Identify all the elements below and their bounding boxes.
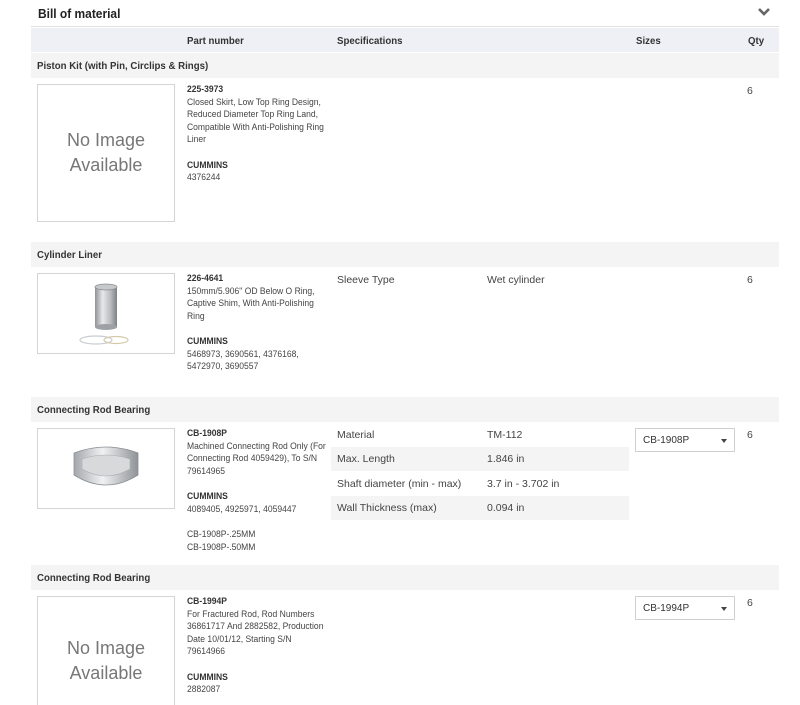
size-select-value: CB-1994P [643,603,690,614]
part-image-placeholder[interactable]: No Image Available [37,596,175,705]
bearing-image [73,446,139,485]
part-description: Machined Connecting Rod Only (For Connec… [187,440,326,477]
group-title: Cylinder Liner [37,249,102,261]
part-description: For Fractured Rod, Rod Numbers 36861717 … [187,608,324,658]
spec-value: 0.094 in [487,502,525,514]
compatible-numbers: 4376244 [187,172,221,183]
alternate-part-list: CB-1908P-.25MM CB-1908P-.50MM [187,529,331,554]
part-number-link[interactable]: CB-1908P [187,428,331,441]
spec-key: Max. Length [337,453,395,465]
part-image[interactable] [37,273,175,354]
spec-key: Sleeve Type [337,274,395,286]
compatible-numbers: 4089405, 4925971, 4059447 [187,503,297,515]
brand-name: CUMMINS [187,159,228,171]
compatible-numbers: 5468973, 3690561, 4376168, 5472970, 3690… [187,348,299,373]
qty-value: 6 [747,274,753,286]
spec-row: Sleeve Type Wet cylinder [331,268,629,292]
no-image-text: Available [69,155,143,175]
col-part-number: Part number [187,35,244,47]
group-header: Connecting Rod Bearing [31,397,779,422]
caret-down-icon [721,607,727,611]
no-image-text: Available [69,663,143,683]
col-qty: Qty [748,35,765,47]
group-header: Piston Kit (with Pin, Circlips & Rings) [31,53,779,78]
panel-title: Bill of material [38,6,121,21]
col-specifications: Specifications [337,35,403,47]
chevron-down-icon[interactable] [757,6,771,18]
spec-row: Shaft diameter (min - max) 3.7 in - 3.70… [331,472,629,496]
no-image-text: No Image [66,130,146,150]
no-image-text: No Image [66,638,146,658]
alternate-part-number[interactable]: CB-1908P-.25MM [187,529,331,542]
size-select[interactable]: CB-1994P [635,596,735,620]
brand-name: CUMMINS [187,491,228,502]
part-number-link[interactable]: 226-4641 [187,273,331,286]
size-select-value: CB-1908P [643,435,690,446]
compatible-numbers: 2882087 [187,684,221,695]
spec-row: Wall Thickness (max) 0.094 in [331,496,629,520]
alternate-part-number[interactable]: CB-1908P-.50MM [187,542,331,555]
group-header: Connecting Rod Bearing [31,565,779,590]
part-number-link[interactable]: CB-1994P [187,596,331,609]
group-title: Connecting Rod Bearing [37,404,151,416]
part-info: 225-3973 Closed Skirt, Low Top Ring Desi… [187,84,332,185]
part-description: 150mm/5.906" OD Below O Ring, Captive Sh… [187,285,315,322]
col-sizes: Sizes [636,35,661,47]
part-image-placeholder[interactable]: No Image Available [37,84,175,222]
part-number-link[interactable]: 225-3973 [187,84,331,97]
table-header: Part number Specifications Sizes Qty [31,28,779,52]
spec-row: Max. Length 1.846 in [331,447,629,471]
spec-row: Material TM-112 [331,423,629,447]
bom-header: Bill of material [31,0,779,27]
size-select[interactable]: CB-1908P [635,428,735,452]
part-info: CB-1908P Machined Connecting Rod Only (F… [187,428,332,554]
group-title: Piston Kit (with Pin, Circlips & Rings) [37,60,209,72]
spec-key: Wall Thickness (max) [337,502,437,514]
group-title: Connecting Rod Bearing [37,572,151,584]
spec-value: 3.7 in - 3.702 in [487,478,560,490]
qty-value: 6 [747,85,753,97]
spec-value: Wet cylinder [487,274,545,286]
spec-value: TM-112 [487,429,523,441]
part-info: 226-4641 150mm/5.906" OD Below O Ring, C… [187,273,332,374]
brand-name: CUMMINS [187,671,228,683]
part-image[interactable] [37,428,175,509]
group-header: Cylinder Liner [31,242,779,267]
part-description: Closed Skirt, Low Top Ring Design, Reduc… [187,96,324,146]
spec-key: Material [337,429,375,441]
qty-value: 6 [747,597,753,609]
spec-key: Shaft diameter (min - max) [337,478,462,490]
part-info: CB-1994P For Fractured Rod, Rod Numbers … [187,596,332,697]
spec-value: 1.846 in [487,453,525,465]
cylinder-liner-image [79,283,129,345]
brand-name: CUMMINS [187,336,228,347]
qty-value: 6 [747,429,753,441]
caret-down-icon [721,439,727,443]
